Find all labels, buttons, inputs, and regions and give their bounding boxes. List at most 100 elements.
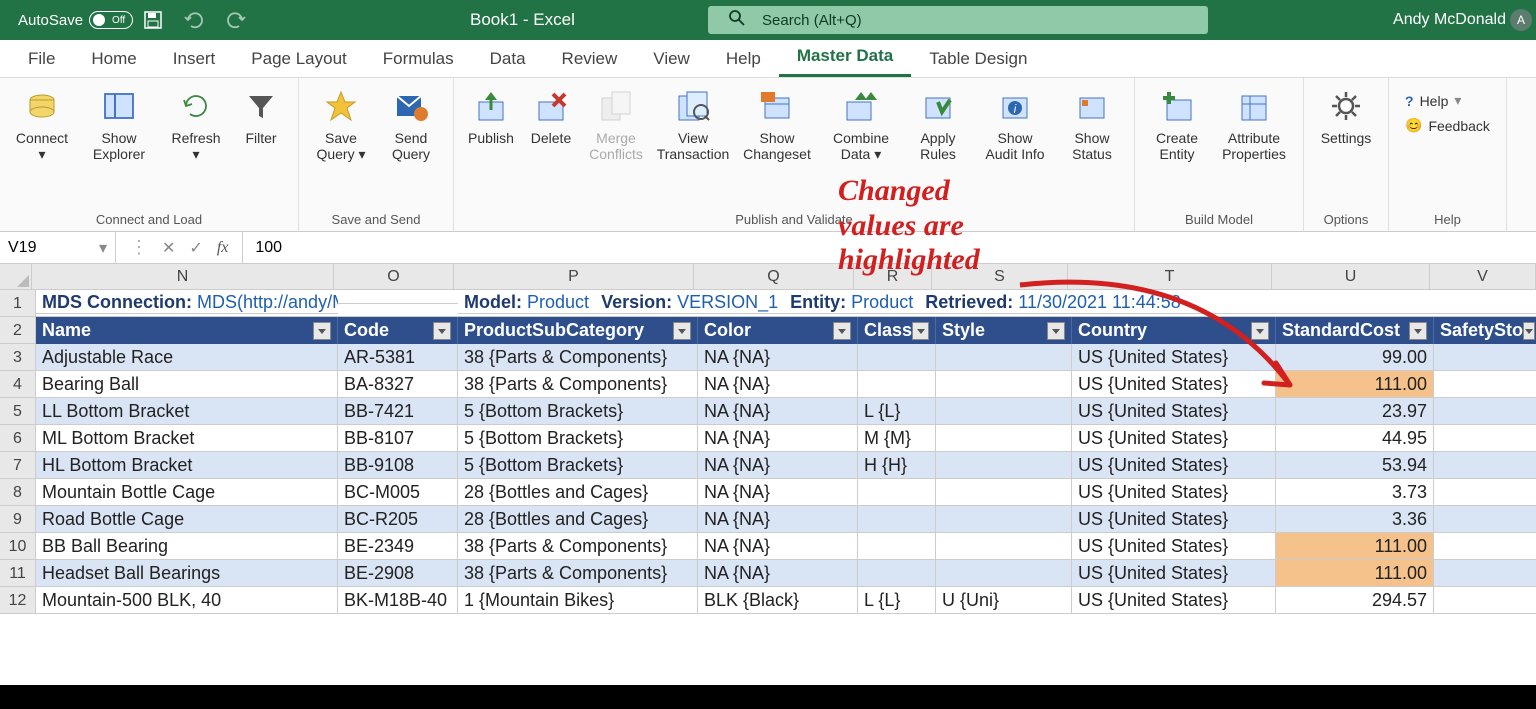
cell[interactable]: AR-5381 — [338, 344, 458, 371]
row-header-2[interactable]: 2 — [0, 317, 36, 344]
col-header-Q[interactable]: Q — [694, 264, 854, 290]
cell[interactable]: US {United States} — [1072, 479, 1276, 506]
cell[interactable]: LL Bottom Bracket — [36, 398, 338, 425]
cell[interactable]: 294.57 — [1276, 587, 1434, 614]
refresh-button[interactable]: Refresh ▾ — [162, 82, 230, 166]
cell[interactable]: 5 {Bottom Brackets} — [458, 452, 698, 479]
cell[interactable] — [1434, 371, 1536, 398]
cell[interactable]: 3.73 — [1276, 479, 1434, 506]
cell[interactable]: 111.00 — [1276, 533, 1434, 560]
cell[interactable]: NA {NA} — [698, 344, 858, 371]
filter-icon[interactable] — [1523, 322, 1535, 340]
cell[interactable] — [858, 479, 936, 506]
cell[interactable]: U {Uni} — [936, 587, 1072, 614]
tab-help[interactable]: Help — [708, 41, 779, 77]
cell[interactable] — [1434, 344, 1536, 371]
cell[interactable] — [936, 371, 1072, 398]
table-header-name[interactable]: Name — [36, 317, 338, 344]
table-row[interactable]: ML Bottom BracketBB-81075 {Bottom Bracke… — [36, 425, 1536, 452]
cell[interactable]: US {United States} — [1072, 560, 1276, 587]
cell[interactable]: Mountain-500 BLK, 40 — [36, 587, 338, 614]
cell[interactable]: US {United States} — [1072, 533, 1276, 560]
cell[interactable]: BK-M18B-40 — [338, 587, 458, 614]
save-icon[interactable] — [143, 10, 163, 30]
show-changeset-button[interactable]: ShowChangeset — [736, 82, 818, 166]
row-header-4[interactable]: 4 — [0, 371, 36, 398]
cell[interactable]: 23.97 — [1276, 398, 1434, 425]
col-header-S[interactable]: S — [932, 264, 1068, 290]
cell[interactable]: 5 {Bottom Brackets} — [458, 425, 698, 452]
table-header-productsubcategory[interactable]: ProductSubCategory — [458, 317, 698, 344]
tab-master-data[interactable]: Master Data — [779, 38, 911, 77]
cell[interactable]: L {L} — [858, 398, 936, 425]
tab-review[interactable]: Review — [544, 41, 636, 77]
table-header-country[interactable]: Country — [1072, 317, 1276, 344]
cell[interactable]: US {United States} — [1072, 344, 1276, 371]
cell[interactable]: BC-R205 — [338, 506, 458, 533]
table-header-color[interactable]: Color — [698, 317, 858, 344]
cell[interactable]: 38 {Parts & Components} — [458, 344, 698, 371]
table-row[interactable]: Adjustable RaceAR-538138 {Parts & Compon… — [36, 344, 1536, 371]
col-header-N[interactable]: N — [32, 264, 334, 290]
cell[interactable]: Mountain Bottle Cage — [36, 479, 338, 506]
cell[interactable] — [1434, 587, 1536, 614]
row-header-11[interactable]: 11 — [0, 560, 36, 587]
cell[interactable]: 28 {Bottles and Cages} — [458, 506, 698, 533]
cell[interactable]: 111.00 — [1276, 371, 1434, 398]
row-header-6[interactable]: 6 — [0, 425, 36, 452]
cell[interactable]: NA {NA} — [698, 560, 858, 587]
cell[interactable] — [858, 560, 936, 587]
cell[interactable]: US {United States} — [1072, 587, 1276, 614]
table-header-code[interactable]: Code — [338, 317, 458, 344]
cell[interactable]: BE-2908 — [338, 560, 458, 587]
filter-icon[interactable] — [1047, 322, 1065, 340]
table-row[interactable]: Bearing BallBA-832738 {Parts & Component… — [36, 371, 1536, 398]
send-query-button[interactable]: SendQuery — [377, 82, 445, 166]
cell[interactable] — [1434, 479, 1536, 506]
cell[interactable] — [1434, 533, 1536, 560]
col-header-P[interactable]: P — [454, 264, 694, 290]
tab-formulas[interactable]: Formulas — [365, 41, 472, 77]
cell[interactable]: BA-8327 — [338, 371, 458, 398]
filter-icon[interactable] — [833, 322, 851, 340]
row-header-12[interactable]: 12 — [0, 587, 36, 614]
cell[interactable] — [936, 452, 1072, 479]
cell[interactable]: 44.95 — [1276, 425, 1434, 452]
cell[interactable]: H {H} — [858, 452, 936, 479]
name-box[interactable]: V19 ▾ — [0, 232, 116, 263]
attribute-properties-button[interactable]: AttributeProperties — [1213, 82, 1295, 166]
table-row[interactable]: Mountain Bottle CageBC-M00528 {Bottles a… — [36, 479, 1536, 506]
cell[interactable]: HL Bottom Bracket — [36, 452, 338, 479]
feedback-button[interactable]: 😊 Feedback — [1405, 117, 1490, 134]
cell[interactable]: NA {NA} — [698, 506, 858, 533]
table-header-style[interactable]: Style — [936, 317, 1072, 344]
cancel-icon[interactable]: ✕ — [162, 238, 175, 258]
tab-page-layout[interactable]: Page Layout — [233, 41, 364, 77]
cell[interactable]: ML Bottom Bracket — [36, 425, 338, 452]
apply-rules-button[interactable]: ApplyRules — [904, 82, 972, 166]
cell[interactable]: NA {NA} — [698, 452, 858, 479]
table-header-safetysto[interactable]: SafetySto — [1434, 317, 1536, 344]
col-header-V[interactable]: V — [1430, 264, 1536, 290]
cell[interactable]: BB Ball Bearing — [36, 533, 338, 560]
table-row[interactable]: Headset Ball BearingsBE-290838 {Parts & … — [36, 560, 1536, 587]
user-name[interactable]: Andy McDonald — [1393, 11, 1506, 29]
table-row[interactable]: HL Bottom BracketBB-91085 {Bottom Bracke… — [36, 452, 1536, 479]
cell[interactable] — [936, 398, 1072, 425]
tab-insert[interactable]: Insert — [155, 41, 234, 77]
table-row[interactable]: Road Bottle CageBC-R20528 {Bottles and C… — [36, 506, 1536, 533]
cell[interactable]: US {United States} — [1072, 452, 1276, 479]
show-status-button[interactable]: ShowStatus — [1058, 82, 1126, 166]
delete-button[interactable]: Delete — [522, 82, 580, 150]
filter-icon[interactable] — [673, 322, 691, 340]
cell[interactable]: Adjustable Race — [36, 344, 338, 371]
combine-data-button[interactable]: CombineData ▾ — [820, 82, 902, 166]
undo-icon[interactable] — [183, 11, 205, 29]
cell[interactable] — [858, 506, 936, 533]
settings-button[interactable]: Settings — [1312, 82, 1380, 150]
show-audit-info-button[interactable]: iShowAudit Info — [974, 82, 1056, 166]
col-header-T[interactable]: T — [1068, 264, 1272, 290]
cell[interactable]: NA {NA} — [698, 425, 858, 452]
cell[interactable]: BC-M005 — [338, 479, 458, 506]
row-header-7[interactable]: 7 — [0, 452, 36, 479]
